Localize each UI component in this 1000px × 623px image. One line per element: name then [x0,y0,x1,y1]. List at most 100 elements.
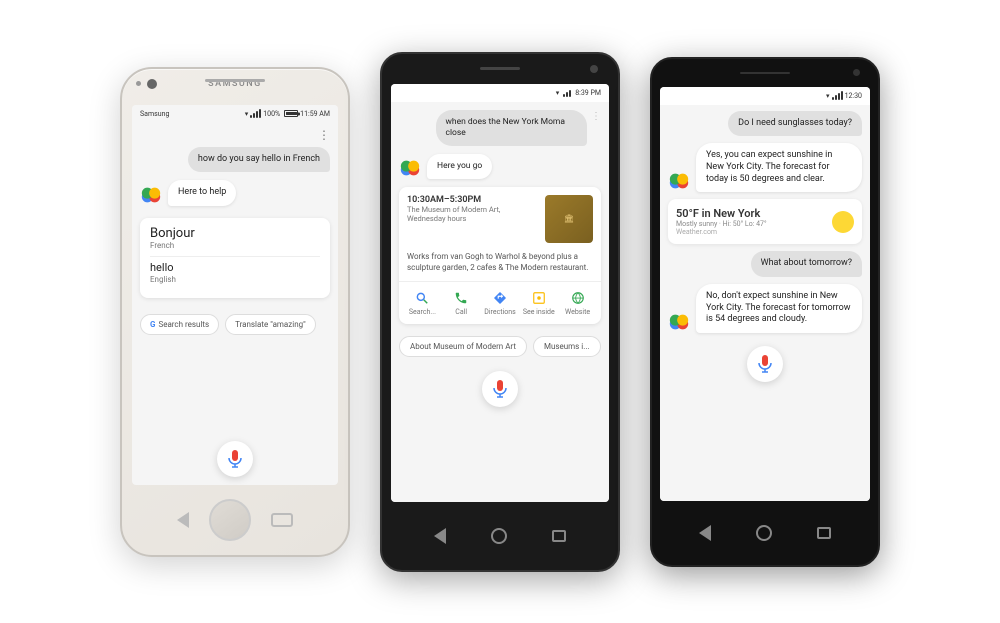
pixel-user-text-1: Do I need sunglasses today? [738,118,852,128]
moma-assistant-bubble: Here you go [427,154,492,179]
moma-search-action[interactable]: Search... [403,288,442,318]
moma-user-row: when does the New York Moma close ⋮ [399,110,601,146]
ga-icon-4 [668,311,690,333]
signal-bar-2 [253,113,255,118]
battery-pct: 100% [263,110,280,118]
moma-directions-action[interactable]: Directions [481,288,520,318]
moma-call-action[interactable]: Call [442,288,481,318]
pixel-camera [853,69,860,76]
google-assistant-icon [140,184,162,206]
pixel-screen: ▾ 12:30 Do I need sunglasses today? [660,87,870,501]
recents-button[interactable] [271,513,293,527]
pixel-top-bar [652,59,878,87]
signal-bar-3 [256,111,258,118]
search-results-btn[interactable]: G Search results [140,314,219,335]
google-g-logo: G [150,320,155,329]
sensor-dot [136,81,141,86]
moma-suggestions: About Museum of Modern Art Museums i... [399,336,601,357]
phone-android: ▾ 8:39 PM when does the New York Moma cl… [380,52,620,572]
moma-assistant-row: Here you go [399,154,601,179]
ga-icon-3 [668,170,690,192]
wifi-icon-3: ▾ [826,92,830,100]
pixel-assistant-row-2: No, don't expect sunshine in New York Ci… [668,284,862,333]
pixel-user-row-2: What about tomorrow? [668,251,862,277]
pixel-assistant-row-1: Yes, you can expect sunshine in New York… [668,143,862,192]
signal-bar-4 [259,109,261,118]
wifi-icon: ▾ [245,110,249,118]
moma-directions-icon [492,290,508,306]
mic-button[interactable] [217,441,253,477]
pixel-home-btn[interactable] [756,525,772,541]
sun-icon [832,211,854,233]
samsung-screen: Samsung ▾ 100% 11:59 AM ⋮ [132,105,338,485]
moma-search-icon [414,290,430,306]
pixel-status-icons: ▾ 12:30 [826,92,862,100]
pixel-mic-button[interactable] [747,346,783,382]
android-top-bar [382,54,618,84]
assistant-message-text: Here to help [178,187,226,197]
moma-call-label: Call [455,308,467,316]
home-button[interactable] [209,499,251,541]
samsung-bottom-bar [177,485,293,555]
moma-suggest-museums-label: Museums i... [544,342,590,351]
signal-bars [250,110,261,118]
moma-assistant-text: Here you go [437,161,482,171]
moma-suggest-about-label: About Museum of Modern Art [410,342,516,351]
moma-user-text: when does the New York Moma close [446,117,566,138]
moma-website-icon [570,290,586,306]
battery-icon [284,110,298,117]
pixel-mic-icon [758,355,772,373]
weather-text-area: 50°F in New York Mostly sunny · Hi: 50° … [676,207,767,236]
pixel-assistant-bubble-1: Yes, you can expect sunshine in New York… [696,143,862,192]
assistant-bubble: Here to help [168,180,236,206]
moma-directions-label: Directions [484,308,515,316]
translation-word-1: Bonjour [150,226,320,242]
translation-word-2: hello [150,261,320,274]
divider [150,256,320,257]
translate-label: Translate "amazing" [235,320,306,329]
time-display: 11:59 AM [300,110,330,118]
moma-inside-action[interactable]: See inside [519,288,558,318]
three-dots-menu[interactable]: ⋮ [318,129,330,141]
pixel-status-bar: ▾ 12:30 [660,87,870,105]
moma-chat-area: when does the New York Moma close ⋮ Here… [391,102,609,502]
chat-area: how do you say hello in French Here to h… [140,147,330,435]
moma-thumbnail: 🏛 [545,195,593,243]
moma-mic-container [399,365,601,413]
moma-suggest-about[interactable]: About Museum of Modern Art [399,336,527,357]
moma-mic-button[interactable] [482,371,518,407]
bubble-dots[interactable]: ⋮ [591,112,601,122]
android-back-btn[interactable] [434,528,446,544]
translate-btn[interactable]: Translate "amazing" [225,314,316,335]
signal-bar-1 [250,115,252,118]
android-speaker [480,67,520,70]
android-bottom-nav [382,502,618,570]
pixel-time: 12:30 [845,92,862,100]
weather-subtitle: Mostly sunny · Hi: 50° Lo: 47° [676,220,767,228]
pixel-user-bubble-1: Do I need sunglasses today? [728,111,862,137]
mic-container [140,439,330,479]
moma-venue: The Museum of Modern Art, Wednesday hour… [407,205,537,225]
pixel-recents-btn[interactable] [817,527,831,539]
signal-bars-3 [832,92,843,100]
moma-mic-icon [493,380,507,398]
ga-icon-2 [399,157,421,179]
weather-source: Weather.com [676,228,767,236]
android-camera [590,65,598,73]
moma-user-bubble: when does the New York Moma close [436,110,588,146]
moma-text-info: 10:30AM–5:30PM The Museum of Modern Art,… [407,195,537,243]
pixel-user-row-1: Do I need sunglasses today? [668,111,862,137]
phone-samsung: SAMSUNG Samsung ▾ 100% 11:59 AM [120,67,350,557]
moma-website-action[interactable]: Website [558,288,597,318]
moma-info-card: 10:30AM–5:30PM The Museum of Modern Art,… [399,187,601,324]
pixel-back-btn[interactable] [699,525,711,541]
android-home-btn[interactable] [491,528,507,544]
battery-fill [286,112,297,115]
app-header: ⋮ [140,129,330,141]
translation-lang-2: English [150,275,320,284]
android-recents-btn[interactable] [552,530,566,542]
moma-suggest-museums[interactable]: Museums i... [533,336,601,357]
back-button[interactable] [177,512,189,528]
weather-card: 50°F in New York Mostly sunny · Hi: 50° … [668,199,862,244]
pixel-assistant-text-2: No, don't expect sunshine in New York Ci… [706,291,851,324]
